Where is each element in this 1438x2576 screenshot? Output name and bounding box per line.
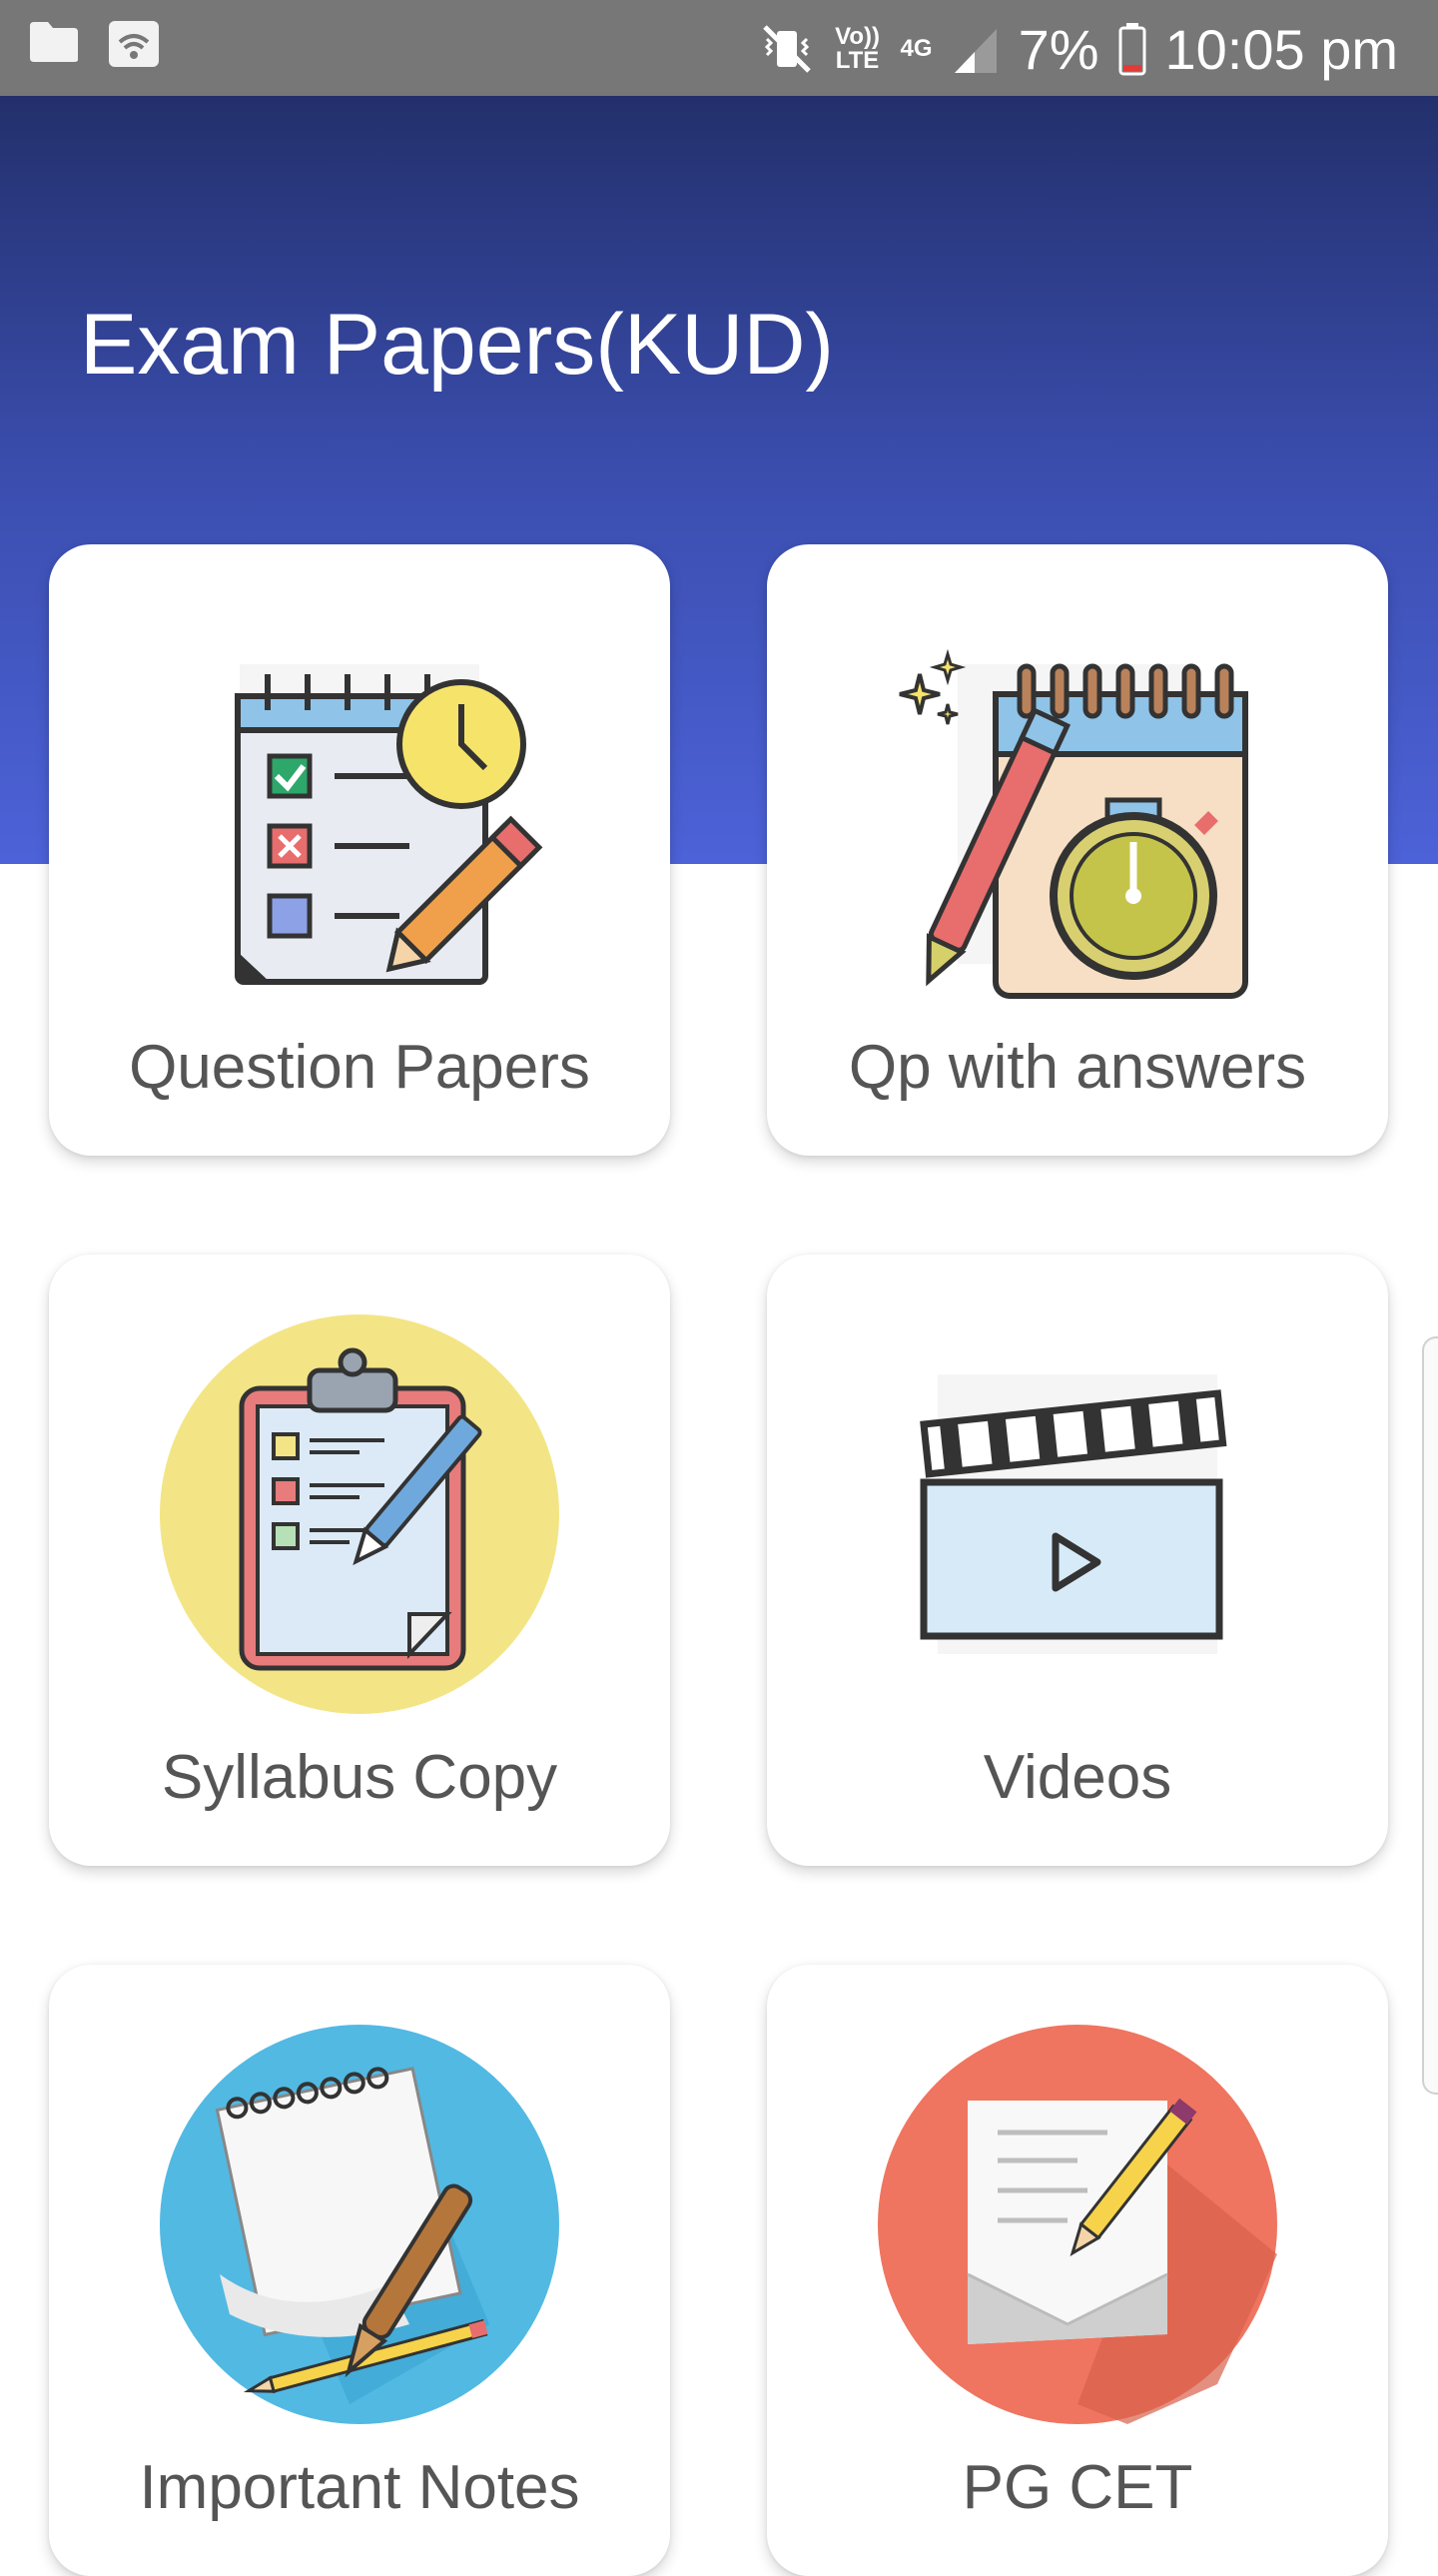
scroll-indicator[interactable] <box>1422 1336 1438 2095</box>
pg-cet-card[interactable]: PG CET <box>767 1965 1388 2576</box>
status-bar: Vo)) LTE 4G 7% 10:05 pm <box>0 0 1438 96</box>
card-label: Important Notes <box>139 2453 580 2522</box>
battery-percentage: 7% <box>1018 17 1099 81</box>
clipboard-icon <box>160 1314 559 1714</box>
folder-icon <box>30 22 78 62</box>
checklist-clock-icon <box>235 664 543 985</box>
notepad-stopwatch-icon <box>899 648 1248 999</box>
status-bar-indicators: Vo)) LTE 4G 7% 10:05 pm <box>759 14 1398 84</box>
videos-card[interactable]: Videos <box>767 1255 1388 1866</box>
volte-indicator: Vo)) LTE <box>835 23 880 74</box>
wifi-notification-icon <box>109 21 159 67</box>
document-pencil-icon <box>878 2025 1277 2424</box>
vibrate-mute-icon <box>762 25 811 73</box>
important-notes-card[interactable]: Important Notes <box>49 1965 670 2576</box>
card-label: Qp with answers <box>848 1033 1307 1102</box>
signal-strength-icon <box>954 29 997 73</box>
syllabus-copy-card[interactable]: Syllabus Copy <box>49 1255 670 1866</box>
clock: 10:05 pm <box>1164 17 1399 81</box>
card-label: Syllabus Copy <box>161 1743 558 1812</box>
battery-icon <box>1118 23 1145 76</box>
status-bar-notifications <box>28 20 160 68</box>
question-papers-card[interactable]: Question Papers <box>49 544 670 1156</box>
card-label: Question Papers <box>129 1033 590 1102</box>
page-title: Exam Papers(KUD) <box>80 297 835 393</box>
card-label: Videos <box>983 1743 1172 1812</box>
network-type-indicator: 4G <box>900 35 933 62</box>
notepad-pen-icon <box>160 2025 559 2424</box>
clapperboard-icon <box>920 1374 1227 1654</box>
qp-with-answers-card[interactable]: Qp with answers <box>767 544 1388 1156</box>
card-label: PG CET <box>962 2453 1193 2522</box>
